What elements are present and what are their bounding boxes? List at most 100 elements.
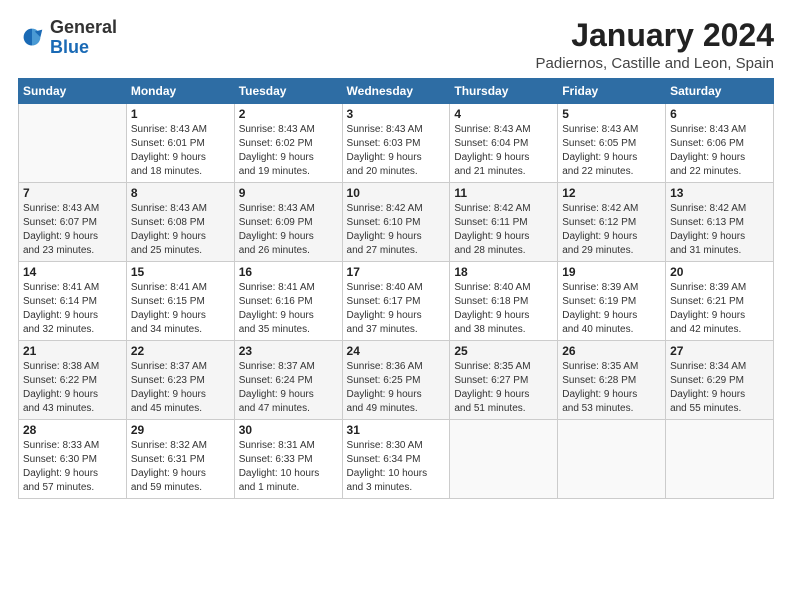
logo-blue: Blue xyxy=(50,37,89,57)
calendar-cell: 17Sunrise: 8:40 AM Sunset: 6:17 PM Dayli… xyxy=(342,262,450,341)
calendar-cell: 23 Sunrise: 8:37 AM Sunset: 6:24 PM Dayli… xyxy=(234,341,342,420)
main-container: General Blue January 2024 Padiernos, Cas… xyxy=(0,0,792,509)
weekday-header-saturday: Saturday xyxy=(666,79,774,104)
day-details: Sunrise: 8:37 AM Sunset: 6:23 PM Dayligh… xyxy=(131,360,230,416)
day-number: 2 xyxy=(239,107,338,121)
calendar-cell xyxy=(558,420,666,499)
day-details: Sunrise: 8:43 AM Sunset: 6:06 PM Dayligh… xyxy=(670,123,769,179)
day-number: 21 xyxy=(23,344,122,358)
day-details: Sunrise: 8:43 AM Sunset: 6:05 PM Dayligh… xyxy=(562,123,661,179)
calendar-cell: 9 Sunrise: 8:43 AM Sunset: 6:09 PM Daylig… xyxy=(234,183,342,262)
day-number: 15 xyxy=(131,265,230,279)
day-details: Sunrise: 8:43 AM Sunset: 6:02 PM Dayligh… xyxy=(239,123,338,179)
weekday-header-friday: Friday xyxy=(558,79,666,104)
day-number: 12 xyxy=(562,186,661,200)
day-number: 3 xyxy=(347,107,446,121)
calendar-cell: 18 Sunrise: 8:40 AM Sunset: 6:18 PM Dayli… xyxy=(450,262,558,341)
calendar-cell: 3 Sunrise: 8:43 AM Sunset: 6:03 PM Daylig… xyxy=(342,104,450,183)
calendar-week-row: 21 Sunrise: 8:38 AM Sunset: 6:22 PM Dayli… xyxy=(19,341,774,420)
calendar-cell: 22 Sunrise: 8:37 AM Sunset: 6:23 PM Dayli… xyxy=(126,341,234,420)
calendar-cell: 6Sunrise: 8:43 AM Sunset: 6:06 PM Daylig… xyxy=(666,104,774,183)
day-details: Sunrise: 8:43 AM Sunset: 6:08 PM Dayligh… xyxy=(131,202,230,258)
month-title: January 2024 xyxy=(536,18,775,53)
calendar-cell: 25Sunrise: 8:35 AM Sunset: 6:27 PM Dayli… xyxy=(450,341,558,420)
day-details: Sunrise: 8:40 AM Sunset: 6:18 PM Dayligh… xyxy=(454,281,553,337)
day-details: Sunrise: 8:42 AM Sunset: 6:13 PM Dayligh… xyxy=(670,202,769,258)
day-number: 28 xyxy=(23,423,122,437)
day-number: 20 xyxy=(670,265,769,279)
day-details: Sunrise: 8:30 AM Sunset: 6:34 PM Dayligh… xyxy=(347,439,446,495)
day-details: Sunrise: 8:43 AM Sunset: 6:04 PM Dayligh… xyxy=(454,123,553,179)
calendar-cell: 12 Sunrise: 8:42 AM Sunset: 6:12 PM Dayli… xyxy=(558,183,666,262)
day-number: 27 xyxy=(670,344,769,358)
calendar-cell: 24 Sunrise: 8:36 AM Sunset: 6:25 PM Dayli… xyxy=(342,341,450,420)
day-number: 14 xyxy=(23,265,122,279)
day-number: 11 xyxy=(454,186,553,200)
calendar-cell: 16Sunrise: 8:41 AM Sunset: 6:16 PM Dayli… xyxy=(234,262,342,341)
calendar-cell: 8 Sunrise: 8:43 AM Sunset: 6:08 PM Daylig… xyxy=(126,183,234,262)
day-number: 7 xyxy=(23,186,122,200)
weekday-header-tuesday: Tuesday xyxy=(234,79,342,104)
day-details: Sunrise: 8:38 AM Sunset: 6:22 PM Dayligh… xyxy=(23,360,122,416)
header: General Blue January 2024 Padiernos, Cas… xyxy=(18,18,774,72)
day-details: Sunrise: 8:37 AM Sunset: 6:24 PM Dayligh… xyxy=(239,360,338,416)
calendar-cell: 10 Sunrise: 8:42 AM Sunset: 6:10 PM Dayli… xyxy=(342,183,450,262)
calendar-week-row: 7 Sunrise: 8:43 AM Sunset: 6:07 PM Daylig… xyxy=(19,183,774,262)
day-details: Sunrise: 8:42 AM Sunset: 6:12 PM Dayligh… xyxy=(562,202,661,258)
calendar-week-row: 1Sunrise: 8:43 AM Sunset: 6:01 PM Daylig… xyxy=(19,104,774,183)
day-number: 24 xyxy=(347,344,446,358)
day-details: Sunrise: 8:43 AM Sunset: 6:07 PM Dayligh… xyxy=(23,202,122,258)
day-number: 22 xyxy=(131,344,230,358)
day-number: 8 xyxy=(131,186,230,200)
day-number: 29 xyxy=(131,423,230,437)
calendar-week-row: 28 Sunrise: 8:33 AM Sunset: 6:30 PM Dayli… xyxy=(19,420,774,499)
calendar-cell: 7 Sunrise: 8:43 AM Sunset: 6:07 PM Daylig… xyxy=(19,183,127,262)
calendar-cell xyxy=(666,420,774,499)
day-number: 10 xyxy=(347,186,446,200)
day-details: Sunrise: 8:31 AM Sunset: 6:33 PM Dayligh… xyxy=(239,439,338,495)
day-details: Sunrise: 8:43 AM Sunset: 6:09 PM Dayligh… xyxy=(239,202,338,258)
day-number: 13 xyxy=(670,186,769,200)
calendar-cell: 13 Sunrise: 8:42 AM Sunset: 6:13 PM Dayli… xyxy=(666,183,774,262)
day-number: 9 xyxy=(239,186,338,200)
day-details: Sunrise: 8:35 AM Sunset: 6:28 PM Dayligh… xyxy=(562,360,661,416)
day-details: Sunrise: 8:33 AM Sunset: 6:30 PM Dayligh… xyxy=(23,439,122,495)
day-number: 4 xyxy=(454,107,553,121)
day-details: Sunrise: 8:41 AM Sunset: 6:14 PM Dayligh… xyxy=(23,281,122,337)
location-title: Padiernos, Castille and Leon, Spain xyxy=(536,55,775,72)
calendar-cell: 5Sunrise: 8:43 AM Sunset: 6:05 PM Daylig… xyxy=(558,104,666,183)
calendar-cell: 28 Sunrise: 8:33 AM Sunset: 6:30 PM Dayli… xyxy=(19,420,127,499)
day-number: 16 xyxy=(239,265,338,279)
calendar-cell: 21 Sunrise: 8:38 AM Sunset: 6:22 PM Dayli… xyxy=(19,341,127,420)
weekday-header-thursday: Thursday xyxy=(450,79,558,104)
logo-general: General xyxy=(50,17,117,37)
calendar-cell xyxy=(19,104,127,183)
day-details: Sunrise: 8:42 AM Sunset: 6:11 PM Dayligh… xyxy=(454,202,553,258)
day-details: Sunrise: 8:35 AM Sunset: 6:27 PM Dayligh… xyxy=(454,360,553,416)
day-details: Sunrise: 8:34 AM Sunset: 6:29 PM Dayligh… xyxy=(670,360,769,416)
day-details: Sunrise: 8:39 AM Sunset: 6:21 PM Dayligh… xyxy=(670,281,769,337)
calendar-cell: 1Sunrise: 8:43 AM Sunset: 6:01 PM Daylig… xyxy=(126,104,234,183)
day-details: Sunrise: 8:42 AM Sunset: 6:10 PM Dayligh… xyxy=(347,202,446,258)
day-number: 23 xyxy=(239,344,338,358)
logo-icon xyxy=(18,24,46,52)
calendar-cell: 2 Sunrise: 8:43 AM Sunset: 6:02 PM Daylig… xyxy=(234,104,342,183)
calendar-cell: 15 Sunrise: 8:41 AM Sunset: 6:15 PM Dayli… xyxy=(126,262,234,341)
day-number: 18 xyxy=(454,265,553,279)
day-details: Sunrise: 8:36 AM Sunset: 6:25 PM Dayligh… xyxy=(347,360,446,416)
day-details: Sunrise: 8:41 AM Sunset: 6:15 PM Dayligh… xyxy=(131,281,230,337)
day-details: Sunrise: 8:43 AM Sunset: 6:03 PM Dayligh… xyxy=(347,123,446,179)
day-number: 19 xyxy=(562,265,661,279)
calendar-cell: 11 Sunrise: 8:42 AM Sunset: 6:11 PM Dayli… xyxy=(450,183,558,262)
calendar-cell: 30Sunrise: 8:31 AM Sunset: 6:33 PM Dayli… xyxy=(234,420,342,499)
title-block: January 2024 Padiernos, Castille and Leo… xyxy=(536,18,775,72)
weekday-header-sunday: Sunday xyxy=(19,79,127,104)
calendar-cell: 27 Sunrise: 8:34 AM Sunset: 6:29 PM Dayli… xyxy=(666,341,774,420)
calendar-cell: 26Sunrise: 8:35 AM Sunset: 6:28 PM Dayli… xyxy=(558,341,666,420)
calendar-cell: 19Sunrise: 8:39 AM Sunset: 6:19 PM Dayli… xyxy=(558,262,666,341)
day-details: Sunrise: 8:32 AM Sunset: 6:31 PM Dayligh… xyxy=(131,439,230,495)
calendar-cell: 4 Sunrise: 8:43 AM Sunset: 6:04 PM Daylig… xyxy=(450,104,558,183)
logo-text: General Blue xyxy=(50,18,117,58)
logo: General Blue xyxy=(18,18,117,58)
day-number: 17 xyxy=(347,265,446,279)
